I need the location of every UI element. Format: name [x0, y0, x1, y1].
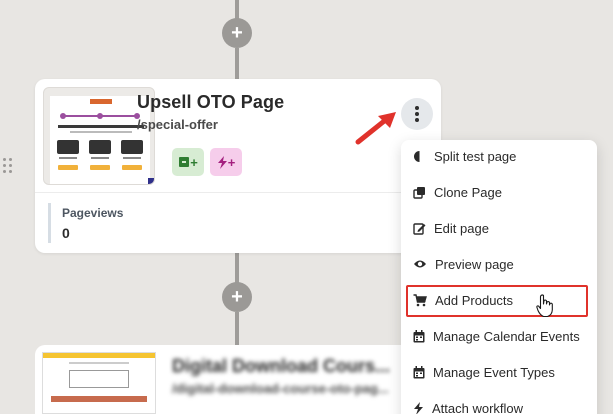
flow-connector [235, 312, 239, 345]
menu-item-clone-page[interactable]: Clone Page [413, 180, 502, 204]
menu-item-label: Manage Event Types [433, 364, 555, 380]
kebab-dot [415, 112, 419, 116]
chip-plus-label: + [190, 154, 198, 170]
menu-item-label: Clone Page [434, 184, 502, 200]
add-products-highlight [406, 285, 588, 317]
bolt-icon [217, 155, 227, 169]
menu-item-label: Attach workflow [432, 400, 524, 414]
calendar-icon [413, 329, 425, 342]
half-circle-icon [414, 150, 420, 162]
menu-item-manage-calendar-events[interactable]: Manage Calendar Events [413, 324, 580, 348]
stat-accent-rule [48, 203, 51, 243]
hand-cursor-icon [536, 294, 553, 318]
menu-item-split-test[interactable]: Split test page [413, 144, 516, 168]
box-icon [179, 157, 190, 167]
flow-connector [235, 48, 239, 79]
menu-item-label: Manage Calendar Events [433, 328, 580, 344]
card-divider [35, 192, 441, 193]
menu-item-label: Preview page [435, 256, 514, 272]
kebab-dot [415, 106, 419, 110]
page-thumbnail-2[interactable] [42, 352, 156, 414]
menu-item-attach-workflow[interactable]: Attach workflow [413, 396, 523, 414]
copy-icon [413, 186, 425, 199]
pageviews-value: 0 [62, 225, 70, 241]
eye-icon [414, 260, 426, 268]
add-product-chip[interactable]: + [172, 148, 204, 176]
menu-item-label: Edit page [434, 220, 489, 236]
page-title[interactable]: Upsell OTO Page [137, 92, 284, 113]
add-step-button-top[interactable]: + [222, 18, 252, 48]
chip-plus-label: + [227, 154, 236, 170]
pageviews-label: Pageviews [62, 206, 124, 220]
kebab-dot [415, 118, 419, 122]
annotation-arrow-icon [355, 112, 396, 145]
bolt-icon [414, 401, 423, 414]
more-options-button[interactable] [401, 98, 433, 130]
menu-item-label: Split test page [434, 148, 517, 164]
menu-item-edit-page[interactable]: Edit page [413, 216, 489, 240]
add-workflow-chip[interactable]: + [210, 148, 242, 176]
menu-item-preview-page[interactable]: Preview page [413, 252, 514, 276]
calendar-icon [413, 365, 425, 378]
edit-icon [413, 222, 426, 235]
page-title-2[interactable]: Digital Download Cours... [172, 356, 390, 377]
menu-item-manage-event-types[interactable]: Manage Event Types [413, 360, 555, 384]
add-step-button-middle[interactable]: + [222, 282, 252, 312]
page-slug-2: /digital-download-course-oto-pag... [172, 381, 389, 396]
page-slug: /special-offer [137, 117, 218, 132]
flow-connector [235, 253, 239, 283]
drag-handle-icon[interactable] [3, 158, 13, 174]
